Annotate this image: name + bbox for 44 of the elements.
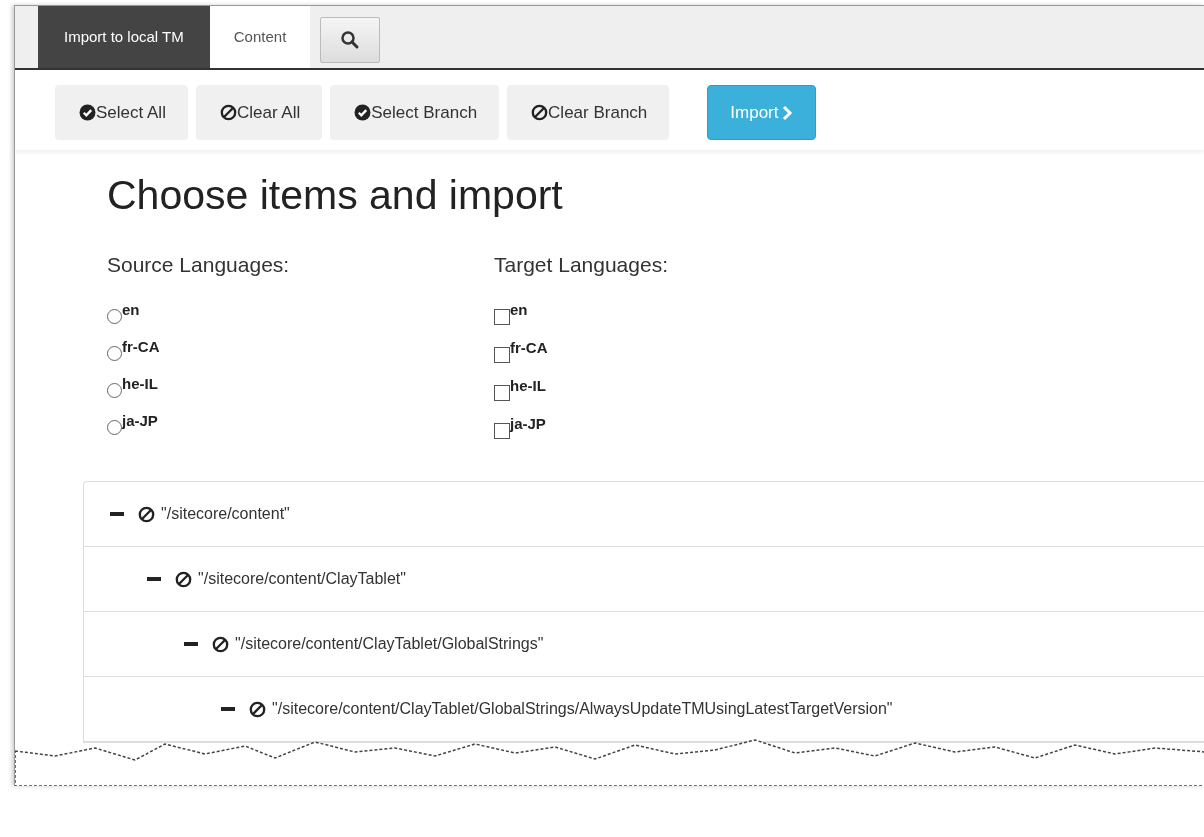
radio-button[interactable] <box>107 309 122 324</box>
language-option-label: fr-CA <box>510 339 548 356</box>
collapse-toggle[interactable] <box>147 577 161 581</box>
check-circle-icon <box>79 104 96 121</box>
radio-button[interactable] <box>107 346 122 361</box>
language-option-label: he-IL <box>510 377 546 394</box>
ban-icon <box>138 505 155 523</box>
tree-item-label[interactable]: "/sitecore/content" <box>161 505 290 523</box>
toolbar-button[interactable]: Clear Branch <box>507 85 670 140</box>
ban-icon <box>531 104 549 121</box>
language-option-label: en <box>122 301 140 318</box>
tree-item-label[interactable]: "/sitecore/content/ClayTablet" <box>198 570 406 588</box>
tab[interactable]: Import to local TM <box>38 6 210 68</box>
language-option-label: ja-JP <box>122 412 158 429</box>
ban-icon <box>175 570 192 588</box>
search-icon <box>340 30 361 50</box>
checkbox[interactable] <box>494 309 510 325</box>
tree-item-label[interactable]: "/sitecore/content/ClayTablet/GlobalStrings" <box>235 635 544 653</box>
check-circle-icon <box>354 104 372 121</box>
checkbox[interactable] <box>494 347 510 363</box>
language-option-label: en <box>510 301 528 318</box>
page-heading: Choose items and import <box>107 172 564 219</box>
collapse-toggle[interactable] <box>184 642 198 646</box>
ban-icon <box>219 104 237 121</box>
checkbox[interactable] <box>494 423 510 439</box>
ban-icon <box>212 635 229 653</box>
language-option-label: ja-JP <box>510 415 546 432</box>
toolbar-button[interactable]: Select Branch <box>330 85 500 140</box>
source-languages-label: Source Languages: <box>107 253 291 277</box>
language-option-label: fr-CA <box>122 338 160 355</box>
chevron-right-icon <box>780 104 793 121</box>
ban-icon <box>249 700 266 718</box>
toolbar-button[interactable]: Clear All <box>195 85 323 140</box>
search-button[interactable] <box>320 17 381 63</box>
tab[interactable]: Content <box>209 6 311 68</box>
collapse-toggle[interactable] <box>221 707 235 711</box>
tree-item-label[interactable]: "/sitecore/content/ClayTablet/GlobalStrings/AlwaysUpdateTMUsingLatestTargetVersion" <box>272 700 893 718</box>
collapse-toggle[interactable] <box>110 512 124 516</box>
target-languages-label: Target Languages: <box>494 253 669 277</box>
radio-button[interactable] <box>107 420 122 435</box>
toolbar-button[interactable]: Select All <box>55 85 188 140</box>
radio-button[interactable] <box>107 383 122 398</box>
language-option-label: he-IL <box>122 375 158 392</box>
checkbox[interactable] <box>494 385 510 401</box>
